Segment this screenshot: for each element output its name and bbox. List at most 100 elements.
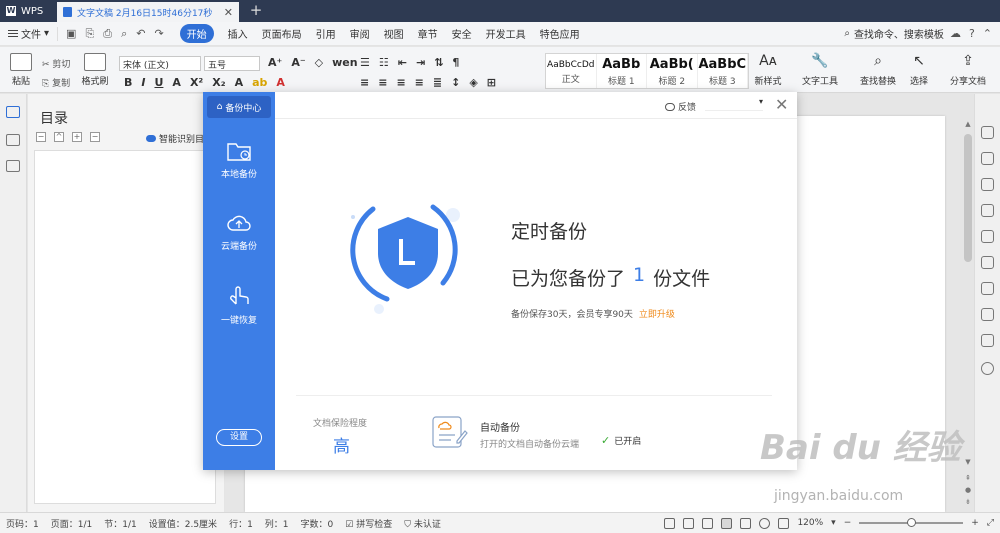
- highlight-icon[interactable]: ab: [252, 76, 267, 89]
- scroll-down-icon[interactable]: ▼: [964, 458, 972, 466]
- outdent-icon[interactable]: ⇤: [398, 56, 407, 69]
- new-style-button[interactable]: Aᴀ 新样式: [751, 53, 785, 87]
- account-dropdown[interactable]: ▾: [705, 97, 763, 111]
- numbered-list-icon[interactable]: ☷: [379, 56, 389, 69]
- save-icon[interactable]: ▣: [66, 27, 76, 41]
- font-color-icon[interactable]: A: [276, 76, 285, 89]
- menu-features[interactable]: 特色应用: [540, 26, 580, 41]
- menu-review[interactable]: 审阅: [350, 26, 370, 41]
- shading-icon[interactable]: ◈: [469, 76, 477, 89]
- underline-icon[interactable]: U: [154, 76, 163, 89]
- history-icon[interactable]: [981, 334, 994, 347]
- auto-backup-status[interactable]: ✓ 已开启: [601, 434, 641, 447]
- menu-security[interactable]: 安全: [452, 26, 472, 41]
- select-browse-icon[interactable]: ●: [964, 486, 972, 494]
- format-painter-button[interactable]: 格式刷: [80, 53, 110, 87]
- remove-heading-icon[interactable]: −: [90, 132, 100, 142]
- write-mode-icon[interactable]: [702, 517, 714, 529]
- borders-icon[interactable]: ⊞: [487, 76, 496, 89]
- transfer-icon[interactable]: [981, 256, 994, 269]
- align-right-icon[interactable]: ≡: [396, 76, 405, 89]
- zoom-in-icon[interactable]: +: [971, 518, 979, 528]
- paste-button[interactable]: 粘贴: [6, 53, 36, 87]
- zoom-slider[interactable]: [859, 518, 964, 527]
- spell-check[interactable]: ☑ 拼写检查: [339, 517, 398, 530]
- distribute-icon[interactable]: ≣: [433, 76, 442, 89]
- settings-button[interactable]: 设置: [216, 429, 262, 446]
- superscript-icon[interactable]: X²: [190, 76, 203, 89]
- collapse-icon[interactable]: ⌃: [983, 27, 992, 40]
- one-click-restore-item[interactable]: 一键恢复: [203, 282, 275, 326]
- fit-icon[interactable]: ⤢: [987, 518, 994, 528]
- shapes-icon[interactable]: [981, 178, 994, 191]
- fullscreen-icon[interactable]: [664, 517, 676, 529]
- sort-icon[interactable]: ⇅: [434, 56, 443, 69]
- menu-chapter[interactable]: 章节: [418, 26, 438, 41]
- find-replace-button[interactable]: ⌕ 查找替换: [856, 53, 900, 87]
- menu-page-layout[interactable]: 页面布局: [262, 26, 302, 41]
- subscript-icon[interactable]: X₂: [212, 76, 225, 89]
- add-heading-icon[interactable]: +: [72, 132, 82, 142]
- page-view-icon[interactable]: [721, 517, 733, 529]
- select-button[interactable]: ↖ 选择: [905, 53, 933, 87]
- eye-care-icon[interactable]: [778, 517, 790, 529]
- show-marks-icon[interactable]: ¶: [452, 56, 459, 69]
- scroll-thumb[interactable]: [964, 134, 972, 262]
- style-normal[interactable]: AaBbCcDd 正文: [546, 54, 597, 88]
- zoom-out-icon[interactable]: −: [844, 518, 852, 528]
- justify-icon[interactable]: ≡: [415, 76, 424, 89]
- collapse-all-icon[interactable]: −: [36, 132, 46, 142]
- document-tab[interactable]: 文字文稿 2月16日15时46分17秒 ✕: [57, 2, 239, 22]
- outline-view-icon[interactable]: [740, 517, 752, 529]
- share-doc-button[interactable]: ⇪ 分享文档: [946, 53, 990, 87]
- bullet-list-icon[interactable]: ☰: [360, 56, 370, 69]
- font-family-select[interactable]: 宋体 (正文): [119, 56, 201, 71]
- style-heading-3[interactable]: AaBbC 标题 3: [698, 54, 748, 88]
- shrink-font-icon[interactable]: A⁻: [291, 56, 305, 69]
- cloud-backup-item[interactable]: 云端备份: [203, 212, 275, 252]
- command-search[interactable]: ⌕ 查找命令、搜索模板: [844, 26, 950, 41]
- sync-icon[interactable]: ☁: [950, 27, 961, 40]
- menu-developer[interactable]: 开发工具: [486, 26, 526, 41]
- italic-icon[interactable]: I: [141, 76, 145, 89]
- wps-home-tab[interactable]: W WPS: [0, 0, 55, 22]
- certification-status[interactable]: ⛉ 未认证: [398, 517, 447, 530]
- export-pdf-icon[interactable]: ⎘: [85, 27, 94, 41]
- text-tools-button[interactable]: 🔧 文字工具: [800, 53, 840, 87]
- prev-page-icon[interactable]: ⇞: [964, 474, 972, 482]
- web-view-icon[interactable]: [759, 517, 771, 529]
- backup-icon[interactable]: [981, 308, 994, 321]
- clear-format-icon[interactable]: ◇: [315, 56, 323, 69]
- feedback-button[interactable]: 反馈: [665, 100, 696, 113]
- file-menu[interactable]: 文件 ▾: [0, 26, 57, 41]
- edit-pen-icon[interactable]: [981, 126, 994, 139]
- style-heading-1[interactable]: AaBb 标题 1: [597, 54, 647, 88]
- print-preview-icon[interactable]: ⌕: [121, 27, 127, 41]
- grow-font-icon[interactable]: A⁺: [268, 56, 282, 69]
- scroll-up-icon[interactable]: ▲: [964, 120, 972, 128]
- align-center-icon[interactable]: ≡: [378, 76, 387, 89]
- phonetic-icon[interactable]: wen: [332, 56, 357, 69]
- local-backup-item[interactable]: 本地备份: [203, 140, 275, 180]
- menu-insert[interactable]: 插入: [228, 26, 248, 41]
- bookmark-icon[interactable]: [6, 160, 20, 172]
- bold-icon[interactable]: B: [124, 76, 132, 89]
- new-tab-button[interactable]: +: [247, 0, 265, 22]
- close-tab-icon[interactable]: ✕: [224, 6, 233, 19]
- export-icon[interactable]: [981, 282, 994, 295]
- align-left-icon[interactable]: ≡: [360, 76, 369, 89]
- cut-button[interactable]: ✂ 剪切: [42, 57, 70, 70]
- zoom-slider-knob[interactable]: [907, 518, 917, 527]
- strikethrough-icon[interactable]: A: [172, 76, 181, 89]
- zoom-level[interactable]: 120%: [797, 518, 823, 528]
- help-circle-icon[interactable]: [981, 362, 994, 375]
- vertical-scrollbar[interactable]: ▲ ▼ ⇞ ● ⇟: [962, 118, 974, 508]
- text-effect-icon[interactable]: A: [235, 76, 244, 89]
- select-cursor-icon[interactable]: [981, 152, 994, 165]
- pages-panel-icon[interactable]: [6, 134, 20, 146]
- smart-detect-button[interactable]: 智能识别目: [146, 132, 204, 145]
- undo-icon[interactable]: ↶: [136, 27, 145, 41]
- close-dialog-icon[interactable]: ✕: [775, 95, 788, 114]
- menu-home[interactable]: 开始: [179, 24, 214, 43]
- backup-center-tab[interactable]: ⌂ 备份中心: [207, 96, 271, 118]
